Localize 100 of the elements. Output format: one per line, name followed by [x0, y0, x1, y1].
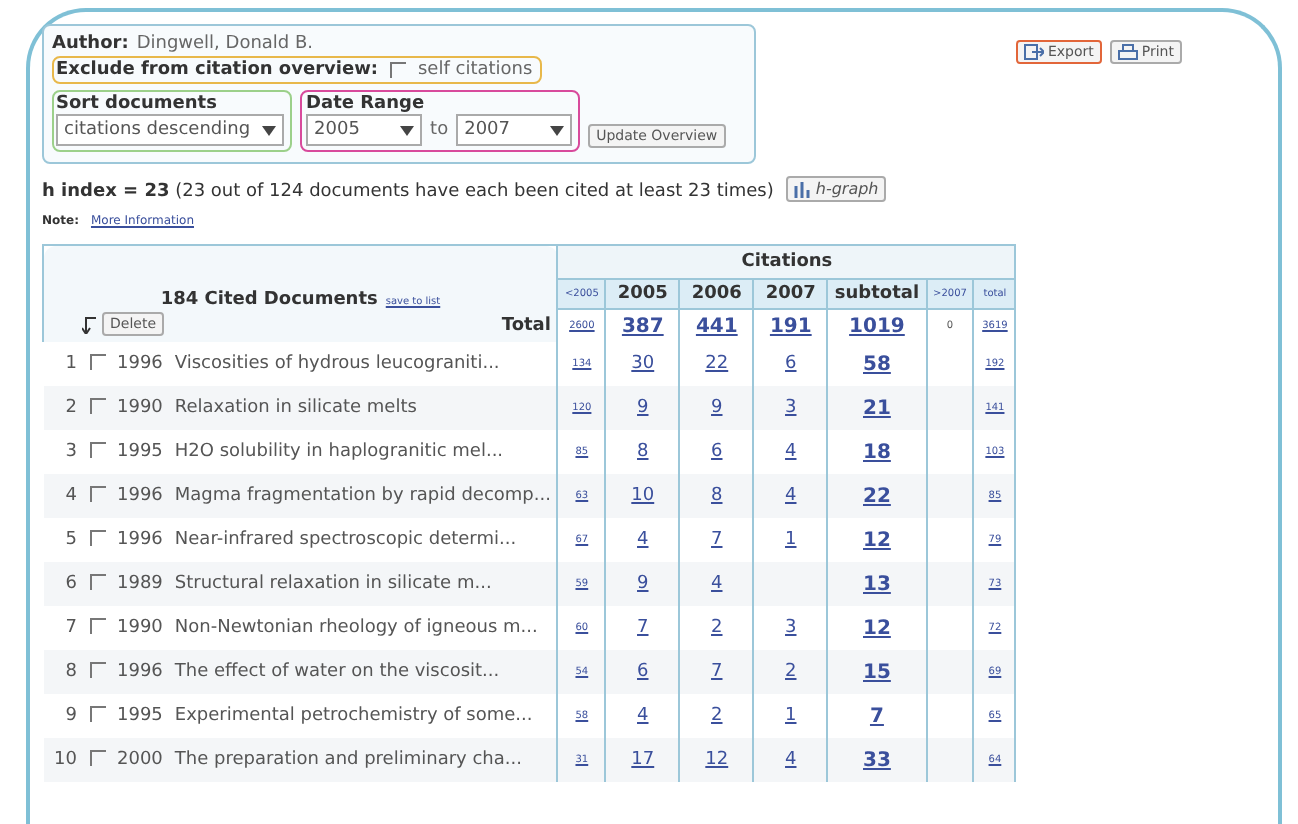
publication-year: 1996 — [111, 650, 169, 694]
column-header: 2007 — [753, 279, 828, 309]
citation-count-link[interactable]: 3 — [785, 618, 797, 638]
publication-year: 1996 — [111, 474, 169, 518]
document-title: Magma fragmentation by rapid decomp... — [168, 474, 558, 518]
citation-count-link[interactable]: 2 — [785, 662, 797, 682]
citation-count-link[interactable]: 1 — [785, 530, 797, 550]
row-number: 2 — [43, 386, 83, 430]
citation-count-link[interactable]: 6 — [711, 442, 723, 462]
citation-count-link[interactable]: 4 — [637, 530, 649, 550]
citation-count-link[interactable]: 3 — [785, 398, 797, 418]
citation-count-link[interactable]: 9 — [637, 574, 649, 594]
dropdown-caret-icon — [262, 125, 277, 135]
row-checkbox[interactable] — [89, 441, 105, 457]
citation-count-link[interactable]: 8 — [711, 486, 723, 506]
h-graph-button[interactable]: h-graph — [785, 176, 887, 202]
total-link[interactable]: 1019 — [849, 315, 905, 337]
to-label: to — [430, 120, 449, 140]
citation-count-link[interactable]: 2 — [711, 706, 723, 726]
citation-count-link[interactable]: 8 — [637, 442, 649, 462]
citation-count-link[interactable]: 30 — [631, 354, 655, 374]
citation-count-link[interactable]: 7 — [637, 618, 649, 638]
document-title: Viscosities of hydrous leucograniti... — [168, 342, 558, 386]
citation-count-link[interactable]: 4 — [785, 442, 797, 462]
citation-count-link[interactable]: 12 — [705, 750, 729, 770]
citation-count-link[interactable]: 22 — [705, 354, 729, 374]
citation-count-link[interactable]: 6 — [637, 662, 649, 682]
column-header: 2006 — [679, 279, 754, 309]
sort-dropdown[interactable]: citations descending — [56, 114, 285, 146]
row-checkbox[interactable] — [89, 529, 105, 545]
citation-count-link[interactable]: 12 — [863, 617, 891, 639]
row-number: 6 — [43, 562, 83, 606]
row-checkbox[interactable] — [89, 705, 105, 721]
total-link[interactable]: 387 — [621, 315, 664, 337]
citation-count-link[interactable]: 33 — [863, 749, 891, 771]
citation-count-link[interactable]: 58 — [863, 353, 891, 375]
citation-count-link[interactable]: 7 — [869, 705, 884, 727]
citation-count-link[interactable]: 6 — [785, 354, 797, 374]
document-title: Experimental petrochemistry of some... — [168, 694, 558, 738]
row-checkbox[interactable] — [89, 397, 105, 413]
author-label: Author: — [52, 34, 129, 54]
row-checkbox[interactable] — [89, 661, 105, 677]
citation-count-link[interactable]: 4 — [637, 706, 649, 726]
citation-count-link[interactable]: 4 — [785, 750, 797, 770]
citation-count-link[interactable]: 10 — [631, 486, 655, 506]
dropdown-caret-icon — [550, 125, 565, 135]
citation-count-link[interactable]: 18 — [863, 441, 891, 463]
publication-year: 1995 — [111, 430, 169, 474]
column-header: subtotal — [827, 279, 927, 309]
sort-label: Sort documents — [56, 94, 219, 114]
export-icon — [1023, 44, 1044, 60]
printer-icon — [1117, 44, 1138, 60]
author-name: Dingwell, Donald B. — [136, 34, 314, 54]
document-title: Relaxation in silicate melts — [168, 386, 558, 430]
citation-count-link[interactable]: 21 — [863, 397, 891, 419]
citation-count-link[interactable]: 9 — [637, 398, 649, 418]
row-checkbox[interactable] — [89, 485, 105, 501]
citation-count-link[interactable]: 15 — [863, 661, 891, 683]
self-citations-checkbox[interactable] — [389, 62, 406, 78]
document-title: The preparation and preliminary cha... — [168, 738, 558, 782]
document-title: The effect of water on the viscosit... — [168, 650, 558, 694]
citation-count-link[interactable]: 12 — [863, 529, 891, 551]
exclude-label: Exclude from citation overview: — [56, 60, 378, 80]
publication-year: 1990 — [111, 386, 169, 430]
row-number: 5 — [43, 518, 83, 562]
cited-documents-title: 184 Cited Documents — [160, 289, 378, 309]
arrow-icon — [82, 316, 98, 335]
citation-count-link[interactable]: 13 — [863, 573, 891, 595]
to-year-dropdown[interactable]: 2007 — [456, 114, 573, 146]
row-checkbox[interactable] — [89, 749, 105, 765]
citation-count-link[interactable]: 7 — [711, 662, 723, 682]
citation-count-link[interactable]: 9 — [711, 398, 723, 418]
row-number: 7 — [43, 606, 83, 650]
total-link[interactable]: 441 — [695, 315, 738, 337]
date-range-label: Date Range — [306, 94, 427, 114]
citation-count-link[interactable]: 17 — [631, 750, 655, 770]
publication-year: 1996 — [111, 518, 169, 562]
document-title: Near-infrared spectroscopic determi... — [168, 518, 558, 562]
row-checkbox[interactable] — [89, 573, 105, 589]
citation-count-link[interactable]: 4 — [785, 486, 797, 506]
from-year-dropdown[interactable]: 2005 — [306, 114, 423, 146]
citations-heading: Citations — [741, 252, 833, 272]
row-checkbox[interactable] — [89, 617, 105, 633]
citation-count-link[interactable]: 4 — [711, 574, 723, 594]
publication-year: 2000 — [111, 738, 169, 782]
row-checkbox[interactable] — [89, 353, 105, 369]
total-link[interactable]: 191 — [769, 315, 812, 337]
citation-count-link[interactable]: 1 — [785, 706, 797, 726]
row-number: 3 — [43, 430, 83, 474]
document-title: Structural relaxation in silicate m... — [168, 562, 558, 606]
self-citations-label: self citations — [417, 60, 533, 80]
graph-icon — [793, 181, 812, 197]
citation-count-link[interactable]: 22 — [863, 485, 891, 507]
column-header: 2005 — [605, 279, 680, 309]
h-index-text: h index = 23 (23 out of 124 documents have each been cited at least 23 times) — [42, 181, 774, 201]
citation-count-link[interactable]: 7 — [711, 530, 723, 550]
row-number: 10 — [43, 738, 83, 782]
publication-year: 1995 — [111, 694, 169, 738]
citation-count-link[interactable]: 2 — [711, 618, 723, 638]
row-number: 8 — [43, 650, 83, 694]
